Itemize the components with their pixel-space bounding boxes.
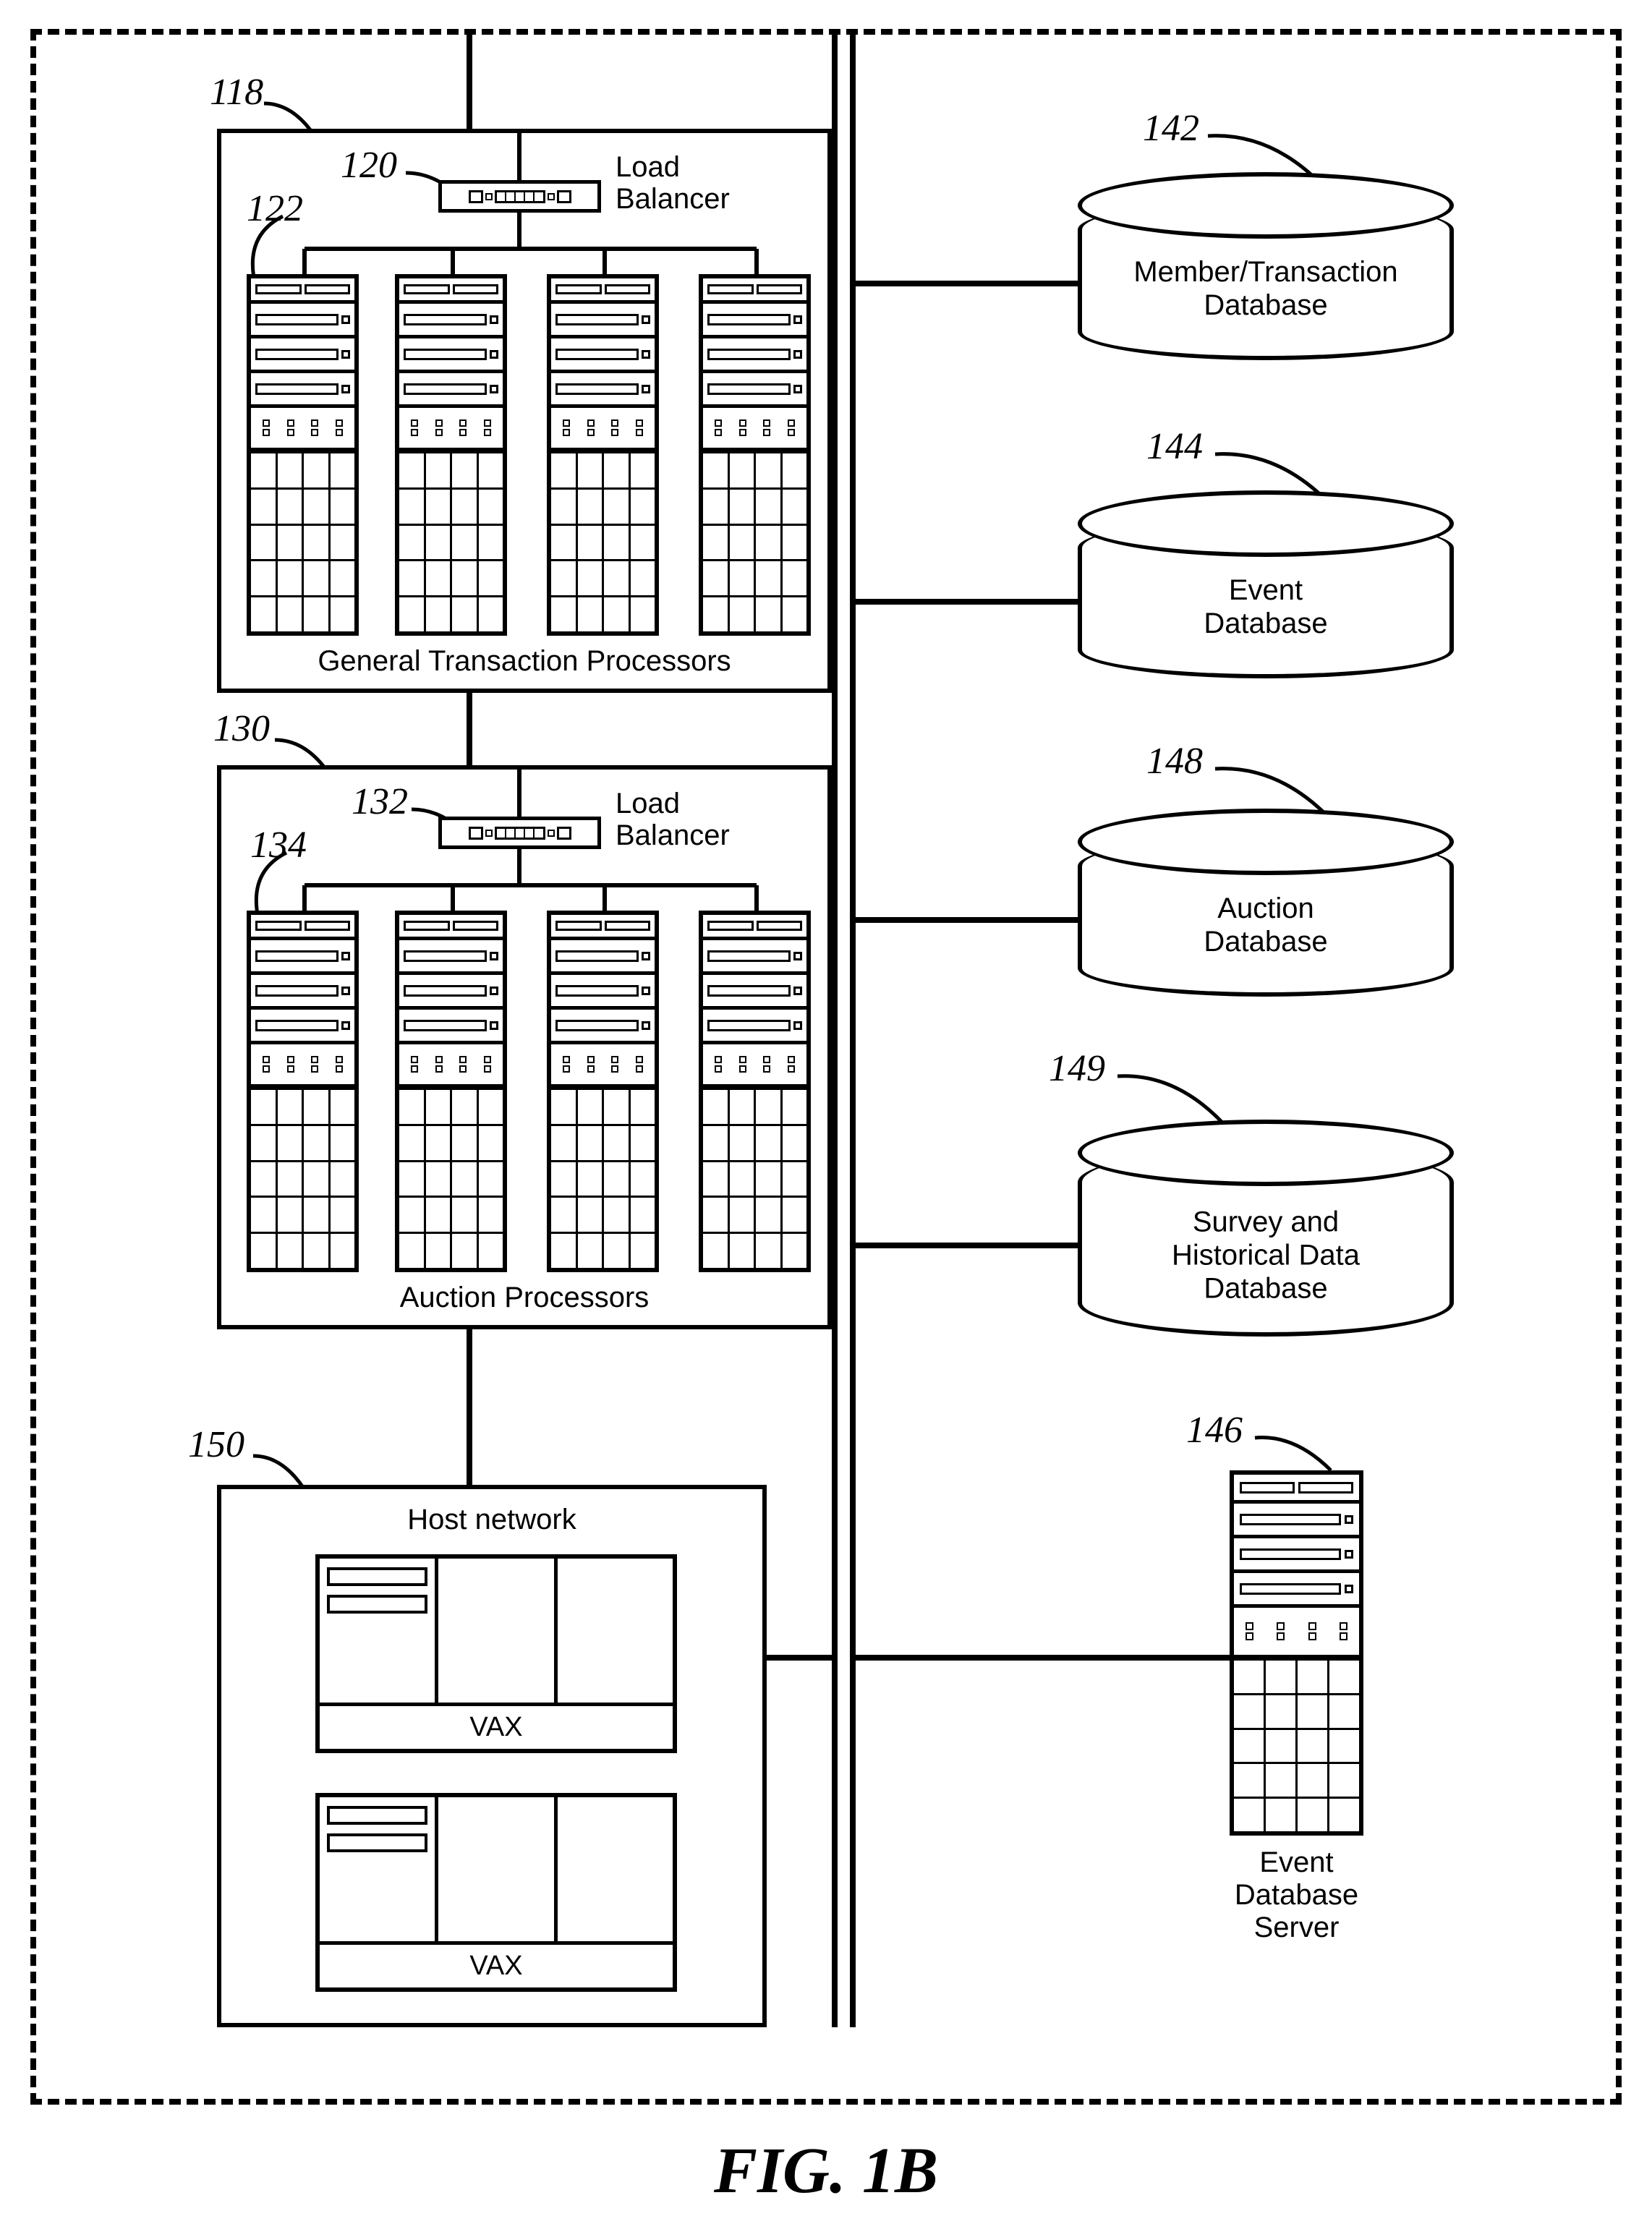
diagram-canvas: 118 120 Load Balancer 122 bbox=[30, 29, 1622, 2105]
load-balancer bbox=[438, 180, 601, 213]
server-rack bbox=[247, 911, 359, 1272]
server-rack bbox=[247, 274, 359, 636]
connector-line bbox=[856, 281, 1078, 286]
database-cylinder: Member/Transaction Database bbox=[1078, 201, 1454, 360]
connector-line bbox=[467, 1329, 472, 1485]
vax-label: VAX bbox=[320, 1941, 673, 1987]
vertical-bus-line bbox=[832, 35, 838, 2027]
ref-132: 132 bbox=[352, 780, 408, 823]
ref-144: 144 bbox=[1146, 425, 1203, 468]
event-db-server bbox=[1230, 1470, 1363, 1836]
ref-146: 146 bbox=[1186, 1409, 1243, 1452]
db-label: Event Database bbox=[1082, 574, 1449, 640]
connector-line bbox=[856, 917, 1078, 923]
ref-130: 130 bbox=[213, 707, 270, 750]
load-balancer-label: Load Balancer bbox=[616, 151, 730, 215]
event-server-label: Event Database Server bbox=[1230, 1846, 1363, 1944]
server-rack bbox=[699, 911, 811, 1272]
connector-line bbox=[856, 599, 1078, 605]
server-rack bbox=[395, 911, 507, 1272]
ref-149: 149 bbox=[1049, 1047, 1105, 1090]
auction-label: Auction Processors bbox=[221, 1282, 827, 1314]
server-rack bbox=[699, 274, 811, 636]
ref-120: 120 bbox=[341, 144, 397, 187]
load-balancer bbox=[438, 817, 601, 849]
db-label: Member/Transaction Database bbox=[1082, 255, 1449, 322]
gtp-label: General Transaction Processors bbox=[221, 645, 827, 678]
database-cylinder: Auction Database bbox=[1078, 838, 1454, 997]
vax-label: VAX bbox=[320, 1703, 673, 1749]
ref-118: 118 bbox=[210, 71, 263, 114]
host-network-group: Host network VAX VAX bbox=[217, 1485, 767, 2027]
vax-box: VAX bbox=[315, 1554, 677, 1753]
server-rack bbox=[547, 911, 659, 1272]
vertical-bus-line bbox=[850, 35, 856, 2027]
ref-134: 134 bbox=[250, 824, 307, 866]
load-balancer-label: Load Balancer bbox=[616, 788, 730, 851]
connector-line bbox=[467, 35, 472, 129]
ref-142: 142 bbox=[1143, 107, 1199, 150]
vax-box: VAX bbox=[315, 1793, 677, 1992]
connector-line bbox=[467, 693, 472, 765]
figure-caption: FIG. 1B bbox=[29, 2134, 1623, 2208]
ref-148: 148 bbox=[1146, 740, 1203, 783]
ref-150: 150 bbox=[188, 1423, 244, 1466]
connector-line bbox=[856, 1655, 1230, 1661]
gtp-group: 120 Load Balancer 122 bbox=[217, 129, 832, 693]
auction-group: 132 Load Balancer 134 bbox=[217, 765, 832, 1329]
server-rack bbox=[547, 274, 659, 636]
connector-line bbox=[856, 1243, 1078, 1248]
connector-line bbox=[767, 1655, 832, 1661]
database-cylinder: Event Database bbox=[1078, 519, 1454, 678]
db-label: Auction Database bbox=[1082, 892, 1449, 958]
server-rack bbox=[395, 274, 507, 636]
ref-122: 122 bbox=[247, 187, 303, 230]
host-network-label: Host network bbox=[221, 1504, 762, 1536]
db-label: Survey and Historical Data Database bbox=[1082, 1206, 1449, 1305]
database-cylinder: Survey and Historical Data Database bbox=[1078, 1149, 1454, 1337]
